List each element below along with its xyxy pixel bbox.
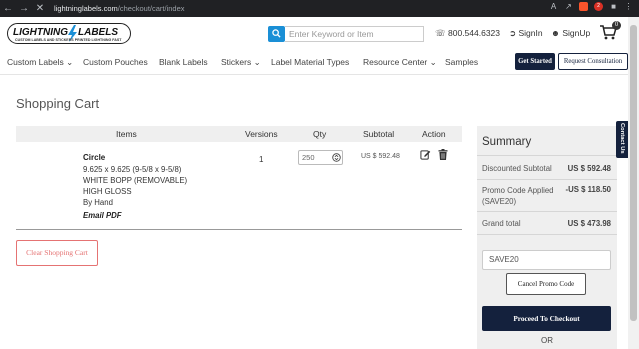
item-delivery: By Hand bbox=[83, 198, 113, 207]
summary-divider bbox=[477, 234, 617, 235]
nav-resource-center[interactable]: Resource Center ⌄ bbox=[363, 57, 437, 68]
or-divider-text: OR bbox=[541, 336, 553, 345]
svg-text:LIGHTNING: LIGHTNING bbox=[13, 27, 68, 38]
headset-icon: ☏ bbox=[435, 28, 446, 38]
col-items: Items bbox=[116, 129, 137, 139]
user-plus-icon: ☻ bbox=[551, 28, 560, 38]
summary-title: Summary bbox=[482, 136, 532, 148]
search-icon bbox=[272, 29, 281, 38]
nav-label: Resource Center bbox=[363, 57, 428, 67]
forward-icon[interactable]: → bbox=[16, 3, 32, 14]
phone-link[interactable]: ☏ 800.544.6323 bbox=[435, 28, 500, 39]
puzzle-icon[interactable]: ■ bbox=[609, 2, 618, 11]
discounted-subtotal-value: US $ 592.48 bbox=[567, 164, 611, 173]
extension-icons: A ↗ 2 ■ ⋮ bbox=[549, 2, 633, 11]
col-action: Action bbox=[422, 129, 446, 139]
item-finish: HIGH GLOSS bbox=[83, 187, 132, 196]
summary-divider bbox=[477, 155, 617, 156]
promo-applied-label: Promo Code Applied (SAVE20) bbox=[482, 186, 554, 206]
item-size: 9.625 x 9.625 (9-5/8 x 9-5/8) bbox=[83, 165, 182, 174]
trash-icon[interactable] bbox=[438, 149, 448, 160]
promo-code-input[interactable]: SAVE20 bbox=[482, 250, 611, 270]
nav-blank-labels[interactable]: Blank Labels bbox=[159, 57, 208, 67]
site-header: LIGHTNING LABELS CUSTOM LABELS AND STICK… bbox=[0, 17, 628, 49]
request-consultation-button[interactable]: Request Consultation bbox=[558, 53, 628, 70]
svg-text:CUSTOM LABELS AND STICKERS PR: CUSTOM LABELS AND STICKERS PRINTED LIGHT… bbox=[15, 38, 122, 42]
signin-icon: ➲ bbox=[509, 28, 517, 38]
signup-link[interactable]: ☻ SignUp bbox=[551, 28, 590, 38]
cart-count-badge: 0 bbox=[612, 21, 621, 30]
proceed-to-checkout-button[interactable]: Proceed To Checkout bbox=[482, 306, 611, 331]
item-versions: 1 bbox=[259, 155, 264, 164]
signup-label: SignUp bbox=[562, 28, 591, 38]
summary-divider bbox=[477, 211, 617, 212]
close-icon[interactable]: ✕ bbox=[32, 3, 48, 14]
url-path: /checkout/cart/index bbox=[117, 4, 185, 13]
url-host: lightninglabels.com bbox=[54, 4, 118, 13]
item-proof: Email PDF bbox=[83, 211, 122, 220]
nav-samples[interactable]: Samples bbox=[445, 57, 478, 67]
signin-link[interactable]: ➲ SignIn bbox=[509, 28, 543, 39]
brave-shield-icon[interactable] bbox=[579, 2, 588, 11]
chevron-down-icon: ⌄ bbox=[253, 57, 261, 67]
grand-total-label: Grand total bbox=[482, 219, 521, 228]
col-qty: Qty bbox=[313, 129, 327, 139]
cancel-promo-button[interactable]: Cancel Promo Code bbox=[506, 273, 586, 295]
clear-cart-button[interactable]: Clear Shopping Cart bbox=[16, 240, 98, 266]
back-icon[interactable]: ← bbox=[0, 3, 16, 14]
nav-stickers[interactable]: Stickers ⌄ bbox=[221, 57, 261, 68]
translate-icon[interactable]: A bbox=[549, 2, 558, 11]
edit-icon[interactable] bbox=[420, 149, 431, 160]
contact-us-label: Contact Us bbox=[619, 123, 625, 154]
nav-custom-labels[interactable]: Custom Labels ⌄ bbox=[7, 57, 73, 68]
promo-applied-value: -US $ 118.50 bbox=[565, 185, 611, 194]
contact-us-tab[interactable]: Contact Us bbox=[616, 121, 628, 158]
grand-total-value: US $ 473.98 bbox=[567, 219, 611, 228]
browser-toolbar: ← → ✕ lightninglabels.com/checkout/cart/… bbox=[0, 0, 639, 17]
summary-panel: Summary Discounted Subtotal US $ 592.48 … bbox=[477, 126, 617, 349]
search-button[interactable] bbox=[268, 26, 285, 42]
qty-spinner-icon[interactable] bbox=[332, 153, 341, 162]
nav-custom-pouches[interactable]: Custom Pouches bbox=[83, 57, 148, 67]
phone-number: 800.544.6323 bbox=[448, 28, 501, 38]
lightning-labels-logo[interactable]: LIGHTNING LABELS CUSTOM LABELS AND STICK… bbox=[7, 23, 131, 44]
col-versions: Versions bbox=[245, 129, 278, 139]
cart-divider bbox=[16, 229, 462, 230]
scrollbar-thumb[interactable] bbox=[630, 25, 637, 321]
page-scrollbar[interactable] bbox=[628, 17, 639, 349]
signin-label: SignIn bbox=[518, 28, 543, 38]
item-name[interactable]: Circle bbox=[83, 153, 105, 162]
chevron-down-icon: ⌄ bbox=[429, 57, 437, 67]
menu-icon[interactable]: ⋮ bbox=[624, 2, 633, 11]
nav-label-material-types[interactable]: Label Material Types bbox=[271, 57, 349, 67]
share-icon[interactable]: ↗ bbox=[564, 2, 573, 11]
item-subtotal: US $ 592.48 bbox=[361, 153, 400, 160]
col-subtotal: Subtotal bbox=[363, 129, 395, 139]
svg-text:LABELS: LABELS bbox=[78, 27, 118, 38]
discounted-subtotal-label: Discounted Subtotal bbox=[482, 164, 552, 173]
summary-divider bbox=[477, 179, 617, 180]
chevron-down-icon: ⌄ bbox=[66, 57, 74, 67]
nav-label: Stickers bbox=[221, 57, 252, 67]
search-input[interactable]: Enter Keyword or Item bbox=[285, 26, 424, 42]
get-started-button[interactable]: Get Started bbox=[515, 53, 555, 70]
item-material: WHITE BOPP (REMOVABLE) bbox=[83, 176, 188, 185]
extension-badge-icon[interactable]: 2 bbox=[594, 2, 603, 11]
address-bar[interactable]: lightninglabels.com/checkout/cart/index bbox=[54, 2, 185, 15]
cart-table-header: Items Versions Qty Subtotal Action bbox=[16, 126, 462, 142]
page-title: Shopping Cart bbox=[16, 96, 100, 111]
nav-label: Custom Labels bbox=[7, 57, 64, 67]
